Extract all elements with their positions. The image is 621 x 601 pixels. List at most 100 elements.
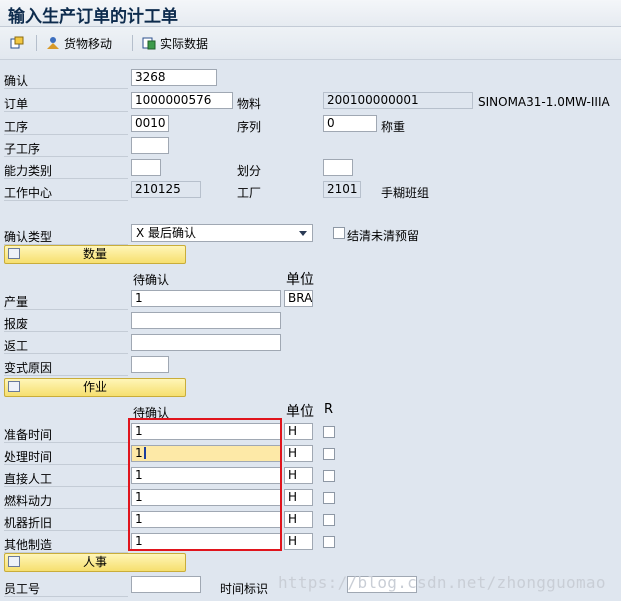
scrap-label: 报废	[4, 317, 29, 331]
overview-icon	[10, 36, 24, 50]
activity-to-confirm-header: 待确认	[133, 406, 170, 420]
label-underline	[4, 134, 128, 135]
activity-value-setup[interactable]: 1	[131, 423, 281, 440]
activity-unit-other-overhead[interactable]: H	[284, 533, 313, 550]
confirmation-field[interactable]: 3268	[131, 69, 217, 86]
activity-unit-processing[interactable]: H	[284, 445, 313, 462]
activity-label-other-overhead: 其他制造	[4, 538, 53, 552]
split-field[interactable]	[323, 159, 353, 176]
work-center-label: 工作中心	[4, 186, 53, 200]
label-underline	[4, 375, 128, 376]
material-field: 200100000001	[323, 92, 473, 109]
suboperation-field[interactable]	[131, 137, 169, 154]
label-underline	[4, 442, 128, 443]
actual-data-button[interactable]: 实际数据	[142, 33, 208, 53]
clear-reservation-checkbox[interactable]	[333, 227, 345, 239]
activity-r-checkbox-other-overhead[interactable]	[323, 536, 335, 548]
plant-text: 手糊班组	[381, 186, 430, 200]
employee-number-field[interactable]	[131, 576, 201, 593]
personnel-section-button[interactable]: 人事	[4, 553, 186, 572]
activity-section-button[interactable]: 作业	[4, 378, 186, 397]
confirmation-type-dropdown[interactable]: X 最后确认	[131, 224, 313, 242]
activity-label-setup: 准备时间	[4, 428, 53, 442]
activity-value-processing[interactable]: 1	[131, 445, 281, 462]
toolbar-separator	[132, 35, 133, 51]
label-underline	[4, 486, 128, 487]
variance-reason-field[interactable]	[131, 356, 169, 373]
activity-value-depreciation[interactable]: 1	[131, 511, 281, 528]
activity-unit-setup[interactable]: H	[284, 423, 313, 440]
label-underline	[4, 508, 128, 509]
sequence-text: 称重	[381, 120, 406, 134]
operation-label: 工序	[4, 120, 29, 134]
order-label: 订单	[4, 97, 29, 111]
activity-r-header: R	[324, 402, 334, 417]
time-id-label: 时间标识	[220, 582, 269, 596]
text-cursor	[143, 447, 146, 459]
section-toggle-icon	[8, 248, 20, 259]
order-field[interactable]: 1000000576	[131, 92, 233, 109]
operation-field[interactable]: 0010	[131, 115, 169, 132]
label-underline	[4, 331, 128, 332]
window-title: 输入生产订单的计工单	[8, 7, 178, 27]
activity-value-processing-text: 1	[135, 446, 143, 460]
activity-value-direct-labor[interactable]: 1	[131, 467, 281, 484]
activity-section-label: 作业	[82, 380, 107, 394]
section-toggle-icon	[8, 556, 20, 567]
activity-r-checkbox-processing[interactable]	[323, 448, 335, 460]
confirmation-type-value: X 最后确认	[136, 226, 197, 240]
activity-value-fuel-power[interactable]: 1	[131, 489, 281, 506]
activity-value-other-overhead[interactable]: 1	[131, 533, 281, 550]
activity-unit-fuel-power[interactable]: H	[284, 489, 313, 506]
activity-r-checkbox-depreciation[interactable]	[323, 514, 335, 526]
split-label: 划分	[237, 164, 262, 178]
confirmation-type-label: 确认类型	[4, 230, 53, 244]
sequence-label: 序列	[237, 120, 262, 134]
activity-unit-depreciation[interactable]: H	[284, 511, 313, 528]
toolbar: 货物移动 实际数据	[0, 27, 621, 60]
suboperation-label: 子工序	[4, 142, 41, 156]
rework-field[interactable]	[131, 334, 281, 351]
employee-number-label: 员工号	[4, 582, 41, 596]
label-underline	[4, 200, 128, 201]
quantity-section-label: 数量	[82, 247, 107, 261]
activity-r-checkbox-fuel-power[interactable]	[323, 492, 335, 504]
capacity-category-field[interactable]	[131, 159, 161, 176]
chevron-down-icon	[299, 231, 307, 236]
plant-label: 工厂	[237, 186, 262, 200]
actual-data-label: 实际数据	[160, 36, 209, 51]
quantity-section-button[interactable]: 数量	[4, 245, 186, 264]
material-label: 物料	[237, 97, 262, 111]
yield-field[interactable]: 1	[131, 290, 281, 307]
quantity-to-confirm-header: 待确认	[133, 273, 170, 287]
label-underline	[4, 464, 128, 465]
activity-r-checkbox-direct-labor[interactable]	[323, 470, 335, 482]
activity-unit-header: 单位	[286, 404, 314, 420]
goods-movement-button[interactable]: 货物移动	[46, 33, 112, 53]
scrap-field[interactable]	[131, 312, 281, 329]
goods-movement-label: 货物移动	[64, 36, 113, 51]
activity-unit-direct-labor[interactable]: H	[284, 467, 313, 484]
label-underline	[4, 309, 128, 310]
label-underline	[4, 353, 128, 354]
yield-unit-field[interactable]: BRA	[284, 290, 313, 307]
work-center-field: 210125	[131, 181, 201, 198]
goods-movement-icon	[46, 36, 60, 50]
clear-reservation-label: 结清未清预留	[347, 229, 420, 243]
activity-r-checkbox-setup[interactable]	[323, 426, 335, 438]
activity-label-direct-labor: 直接人工	[4, 472, 53, 486]
overview-button[interactable]	[10, 33, 24, 53]
label-underline	[4, 88, 128, 89]
label-underline	[4, 178, 128, 179]
label-underline	[4, 156, 128, 157]
label-underline	[4, 530, 128, 531]
rework-label: 返工	[4, 339, 29, 353]
watermark: https://blog.csdn.net/zhongguomao	[278, 573, 606, 592]
personnel-section-label: 人事	[82, 555, 107, 569]
activity-label-depreciation: 机器折旧	[4, 516, 53, 530]
label-underline	[4, 111, 128, 112]
plant-field: 2101	[323, 181, 361, 198]
sequence-field[interactable]: 0	[323, 115, 377, 132]
title-bar: 输入生产订单的计工单	[0, 0, 621, 27]
activity-label-fuel-power: 燃料动力	[4, 494, 53, 508]
